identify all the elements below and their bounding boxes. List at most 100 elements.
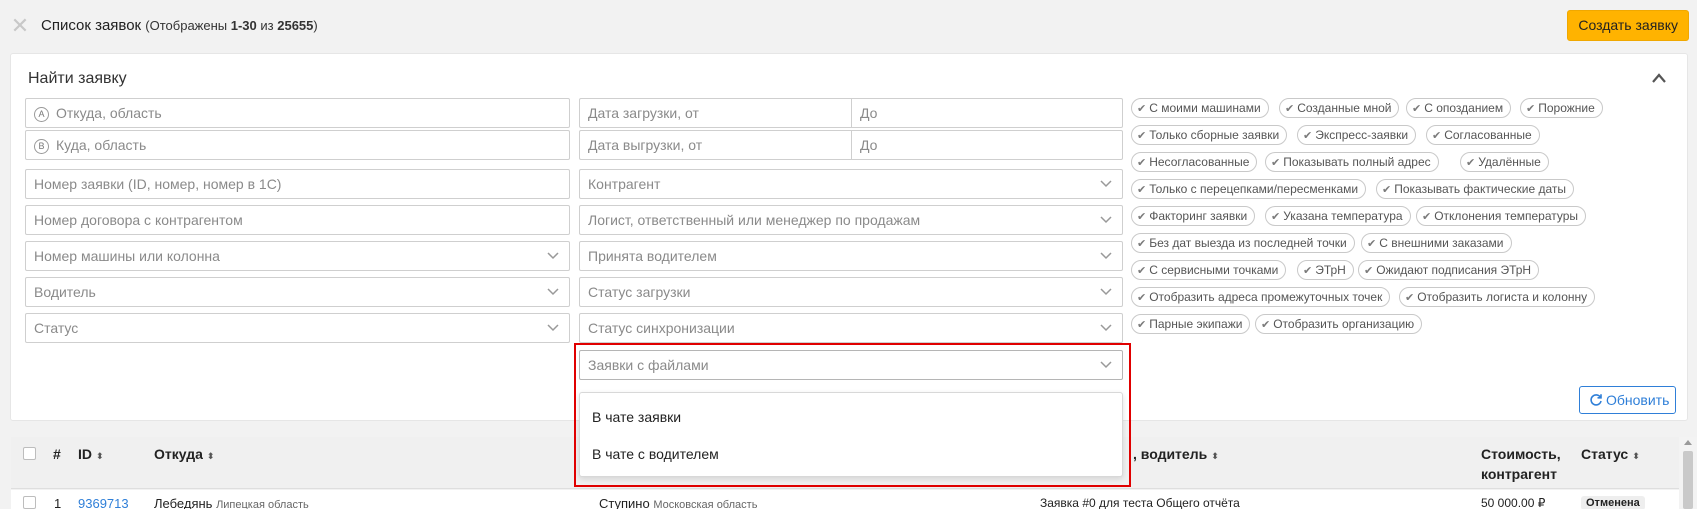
point-a-icon: A	[34, 107, 49, 122]
chevron-down-icon	[547, 252, 559, 260]
filter-tag[interactable]: ✔ Экспресс-заявки	[1297, 125, 1417, 145]
filter-tag-label: Указана температура	[1283, 209, 1403, 223]
filter-tag[interactable]: ✔ Отклонения температуры	[1416, 206, 1587, 226]
table-row[interactable]: 1 9369713 Лебедянь Липецкая область Ступ…	[11, 490, 1679, 509]
filter-tag[interactable]: ✔ Только сборные заявки	[1131, 125, 1288, 145]
vehicle-select[interactable]: Номер машины или колонна	[25, 241, 570, 271]
contract-number-input[interactable]: Номер договора с контрагентом	[25, 205, 570, 235]
filter-tag[interactable]: ✔ Отобразить адреса промежуточных точек	[1131, 287, 1391, 307]
filter-tag[interactable]: ✔ Только с перецепками/пересменками	[1131, 179, 1367, 199]
filter-tag-label: Порожние	[1538, 101, 1595, 115]
refresh-label: Обновить	[1606, 392, 1670, 408]
loading-status-select[interactable]: Статус загрузки	[579, 277, 1123, 307]
from-region-input[interactable]: A Откуда, область	[25, 98, 570, 128]
load-date-to-input[interactable]: До	[851, 98, 1123, 128]
chevron-down-icon	[1100, 324, 1112, 332]
filter-tag-label: Отклонения температуры	[1434, 209, 1579, 223]
status-select[interactable]: Статус	[25, 313, 570, 343]
sort-icon: ⬍	[96, 451, 104, 461]
filter-tag-label: С моими машинами	[1149, 101, 1261, 115]
filter-tag-label: Удалённые	[1478, 155, 1541, 169]
refresh-icon	[1590, 394, 1602, 406]
check-icon: ✔	[1137, 265, 1147, 277]
records-counter: (Отображены 1-30 из 25655)	[145, 18, 318, 33]
filter-tag-label: Отобразить адреса промежуточных точек	[1149, 290, 1383, 304]
filter-tag[interactable]: ✔ Удалённые	[1460, 152, 1549, 172]
chevron-down-icon	[1100, 252, 1112, 260]
top-bar: ✕ Список заявок (Отображены 1-30 из 2565…	[0, 0, 1697, 52]
filter-tag-label: Показывать полный адрес	[1283, 155, 1431, 169]
dropdown-option-driver-chat[interactable]: В чате с водителем	[592, 446, 719, 462]
filter-tag-label: Ожидают подписания ЭТрН	[1376, 263, 1532, 277]
unload-date-from-input[interactable]: Дата выгрузки, от	[579, 130, 851, 160]
filter-tag-label: С опозданием	[1424, 101, 1504, 115]
point-b-icon: B	[34, 139, 49, 154]
dropdown-option-order-chat[interactable]: В чате заявки	[592, 409, 681, 425]
check-icon: ✔	[1432, 130, 1442, 142]
with-files-dropdown: В чате заявки В чате с водителем	[579, 392, 1123, 477]
check-icon: ✔	[1367, 238, 1377, 250]
filter-tag[interactable]: ✔ Порожние	[1520, 98, 1603, 118]
create-order-button[interactable]: Создать заявку	[1567, 10, 1689, 41]
filter-tag[interactable]: ✔ С опозданием	[1406, 98, 1512, 118]
row-id-link[interactable]: 9369713	[78, 496, 129, 509]
filter-tag[interactable]: ✔ Согласованные	[1426, 125, 1540, 145]
close-icon[interactable]: ✕	[10, 15, 30, 37]
filter-tag[interactable]: ✔ Созданные мной	[1279, 98, 1400, 118]
records-total: 25655	[277, 18, 314, 33]
accepted-by-driver-select[interactable]: Принята водителем	[579, 241, 1123, 271]
filter-tag[interactable]: ✔ С внешними заказами	[1361, 233, 1512, 253]
scrollbar-thumb[interactable]	[1683, 451, 1693, 509]
refresh-button[interactable]: Обновить	[1579, 386, 1676, 414]
column-cost[interactable]: Стоимость,	[1481, 446, 1561, 462]
check-icon: ✔	[1137, 292, 1147, 304]
driver-select[interactable]: Водитель	[25, 277, 570, 307]
filter-tag[interactable]: ✔ ЭТрН	[1297, 260, 1354, 280]
filter-tag-label: ЭТрН	[1315, 263, 1346, 277]
column-status[interactable]: Статус ⬍	[1581, 446, 1640, 462]
filter-tag[interactable]: ✔ Факторинг заявки	[1131, 206, 1256, 226]
filter-tag-label: Только с перецепками/пересменками	[1149, 182, 1359, 196]
filter-tag[interactable]: ✔ Показывать полный адрес	[1265, 152, 1439, 172]
select-all-checkbox[interactable]	[23, 447, 36, 460]
check-icon: ✔	[1137, 319, 1147, 331]
sync-status-select[interactable]: Статус синхронизации	[579, 313, 1123, 343]
chevron-down-icon	[1100, 216, 1112, 224]
filter-tag[interactable]: ✔ Ожидают подписания ЭТрН	[1358, 260, 1540, 280]
filter-tag-label: Факторинг заявки	[1149, 209, 1248, 223]
filter-tag[interactable]: ✔ Указана температура	[1265, 206, 1411, 226]
filter-tag[interactable]: ✔ Несогласованные	[1131, 152, 1258, 172]
row-to: Ступино Московская область	[599, 496, 758, 509]
page-title-text: Список заявок	[41, 17, 142, 34]
column-id[interactable]: ID ⬍	[78, 446, 104, 462]
filter-tag[interactable]: ✔ С сервисными точками	[1131, 260, 1287, 280]
filter-tag[interactable]: ✔ С моими машинами	[1131, 98, 1269, 118]
filter-tag[interactable]: ✔ Отобразить организацию	[1255, 314, 1423, 334]
column-vehicle-driver[interactable]: , водитель ⬍	[1133, 446, 1219, 462]
with-files-select[interactable]: Заявки с файлами	[579, 350, 1123, 380]
filter-tag[interactable]: ✔ Без дат выезда из последней точки	[1131, 233, 1355, 253]
column-num: #	[53, 446, 61, 462]
column-from[interactable]: Откуда ⬍	[154, 446, 214, 462]
page-title: Список заявок (Отображены 1-30 из 25655)	[41, 17, 318, 34]
order-number-input[interactable]: Номер заявки (ID, номер, номер в 1С)	[25, 169, 570, 199]
sort-icon: ⬍	[1211, 451, 1219, 461]
filter-tag-label: С внешними заказами	[1379, 236, 1504, 250]
status-badge: Отменена	[1581, 496, 1645, 509]
row-checkbox[interactable]	[23, 496, 36, 509]
filter-tag-label: С сервисными точками	[1149, 263, 1279, 277]
check-icon: ✔	[1137, 103, 1147, 115]
check-icon: ✔	[1382, 184, 1392, 196]
to-region-input[interactable]: B Куда, область	[25, 130, 570, 160]
load-date-from-input[interactable]: Дата загрузки, от	[579, 98, 851, 128]
filter-tag[interactable]: ✔ Отобразить логиста и колонну	[1399, 287, 1596, 307]
filter-tag[interactable]: ✔ Показывать фактические даты	[1376, 179, 1574, 199]
filter-tag[interactable]: ✔ Парные экипажи	[1131, 314, 1251, 334]
counterparty-select[interactable]: Контрагент	[579, 169, 1123, 199]
logist-select[interactable]: Логист, ответственный или менеджер по пр…	[579, 205, 1123, 235]
unload-date-to-input[interactable]: До	[851, 130, 1123, 160]
chevron-down-icon	[1100, 361, 1112, 369]
chevron-up-icon[interactable]	[1651, 72, 1667, 84]
scroll-up-icon[interactable]	[1684, 440, 1692, 445]
table-scrollbar[interactable]	[1679, 437, 1697, 509]
